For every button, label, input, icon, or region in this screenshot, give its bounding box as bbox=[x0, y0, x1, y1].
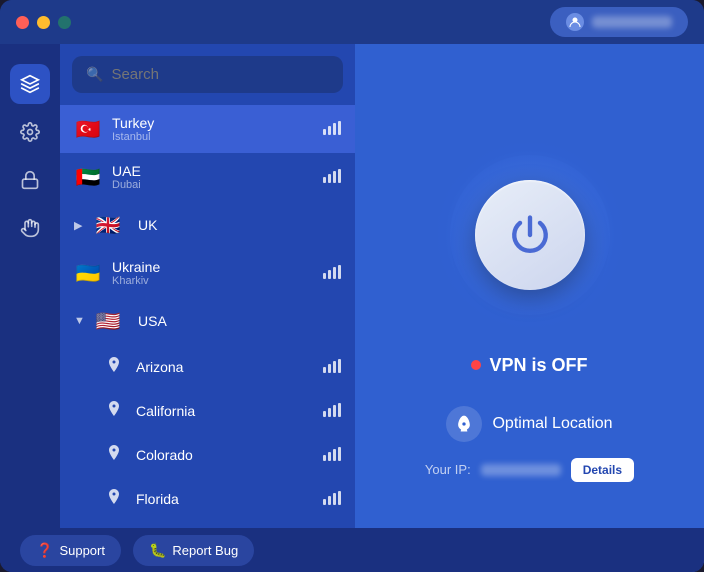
optimal-location[interactable]: Optimal Location bbox=[446, 406, 612, 442]
optimal-location-text: Optimal Location bbox=[492, 415, 612, 433]
user-name bbox=[592, 16, 672, 28]
server-info: UAE Dubai bbox=[112, 163, 323, 191]
main-content: 🔍 🇹🇷 Turkey Istanbul bbox=[0, 44, 704, 572]
ip-row: Your IP: Details bbox=[425, 458, 634, 482]
rocket-icon bbox=[446, 406, 482, 442]
nav-privacy-button[interactable] bbox=[10, 208, 50, 248]
sidebar-icons bbox=[0, 44, 60, 572]
power-ring-mid bbox=[450, 155, 610, 315]
signal-icon bbox=[323, 265, 341, 282]
server-name: UAE bbox=[112, 163, 323, 179]
server-city: Kharkiv bbox=[112, 275, 323, 287]
report-bug-label: Report Bug bbox=[172, 543, 238, 558]
signal-icon bbox=[323, 359, 341, 376]
list-item[interactable]: Arizona bbox=[60, 345, 355, 389]
location-pin-icon bbox=[102, 487, 126, 511]
server-info: California bbox=[136, 403, 323, 419]
chevron-down-icon: ▼ bbox=[74, 315, 88, 327]
search-input[interactable] bbox=[111, 66, 329, 83]
signal-icon bbox=[323, 403, 341, 420]
search-icon: 🔍 bbox=[86, 66, 103, 83]
location-pin-icon bbox=[102, 355, 126, 379]
server-name: Ukraine bbox=[112, 259, 323, 275]
flag-usa: 🇺🇸 bbox=[94, 307, 122, 335]
server-info: Florida bbox=[136, 491, 323, 507]
signal-icon bbox=[323, 447, 341, 464]
location-pin-icon bbox=[102, 399, 126, 423]
right-panel: VPN is OFF Optimal Location Your IP: Det… bbox=[355, 44, 704, 572]
group-header-usa[interactable]: ▼ 🇺🇸 USA bbox=[60, 297, 355, 345]
app-window: 🔍 🇹🇷 Turkey Istanbul bbox=[0, 0, 704, 572]
nav-settings-button[interactable] bbox=[10, 112, 50, 152]
user-icon bbox=[566, 13, 584, 31]
server-city: Istanbul bbox=[112, 131, 323, 143]
group-header-uk[interactable]: ▶ 🇬🇧 UK bbox=[60, 201, 355, 249]
report-bug-button[interactable]: 🐛 Report Bug bbox=[133, 535, 254, 566]
support-label: Support bbox=[59, 543, 105, 558]
server-panel: 🔍 🇹🇷 Turkey Istanbul bbox=[60, 44, 355, 572]
nav-security-button[interactable] bbox=[10, 160, 50, 200]
server-city: Dubai bbox=[112, 179, 323, 191]
bug-icon: 🐛 bbox=[149, 542, 166, 559]
location-pin-icon bbox=[102, 443, 126, 467]
title-bar bbox=[0, 0, 704, 44]
server-list: 🇹🇷 Turkey Istanbul bbox=[60, 105, 355, 572]
server-name: Colorado bbox=[136, 447, 323, 463]
flag-turkey: 🇹🇷 bbox=[74, 115, 102, 143]
power-button[interactable] bbox=[475, 180, 585, 290]
support-icon: ❓ bbox=[36, 542, 53, 559]
server-info: Turkey Istanbul bbox=[112, 115, 323, 143]
list-item[interactable]: Florida bbox=[60, 477, 355, 521]
server-info: Arizona bbox=[136, 359, 323, 375]
server-name: California bbox=[136, 403, 323, 419]
server-name: Florida bbox=[136, 491, 323, 507]
details-button[interactable]: Details bbox=[571, 458, 634, 482]
vpn-status: VPN is OFF bbox=[471, 355, 587, 376]
user-badge[interactable] bbox=[550, 7, 688, 37]
power-ring bbox=[430, 135, 630, 335]
flag-uae: 🇦🇪 bbox=[74, 163, 102, 191]
list-item[interactable]: 🇺🇦 Ukraine Kharkiv bbox=[60, 249, 355, 297]
traffic-lights bbox=[16, 16, 71, 29]
maximize-button[interactable] bbox=[58, 16, 71, 29]
minimize-button[interactable] bbox=[37, 16, 50, 29]
server-name: Turkey bbox=[112, 115, 323, 131]
list-item[interactable]: 🇹🇷 Turkey Istanbul bbox=[60, 105, 355, 153]
server-info: Colorado bbox=[136, 447, 323, 463]
search-bar: 🔍 bbox=[72, 56, 343, 93]
signal-icon bbox=[323, 121, 341, 138]
ip-label: Your IP: bbox=[425, 462, 471, 477]
flag-ukraine: 🇺🇦 bbox=[74, 259, 102, 287]
flag-uk: 🇬🇧 bbox=[94, 211, 122, 239]
list-item[interactable]: California bbox=[60, 389, 355, 433]
signal-icon bbox=[323, 491, 341, 508]
bottom-bar: ❓ Support 🐛 Report Bug bbox=[0, 528, 704, 572]
group-name-usa: USA bbox=[138, 313, 341, 329]
ip-address bbox=[481, 464, 561, 476]
close-button[interactable] bbox=[16, 16, 29, 29]
group-name: UK bbox=[138, 217, 341, 233]
support-button[interactable]: ❓ Support bbox=[20, 535, 121, 566]
server-info: Ukraine Kharkiv bbox=[112, 259, 323, 287]
signal-icon bbox=[323, 169, 341, 186]
list-item[interactable]: Colorado bbox=[60, 433, 355, 477]
chevron-right-icon: ▶ bbox=[74, 219, 88, 232]
nav-servers-button[interactable] bbox=[10, 64, 50, 104]
status-dot bbox=[471, 360, 481, 370]
vpn-status-text: VPN is OFF bbox=[489, 355, 587, 376]
server-name: Arizona bbox=[136, 359, 323, 375]
list-item[interactable]: 🇦🇪 UAE Dubai bbox=[60, 153, 355, 201]
